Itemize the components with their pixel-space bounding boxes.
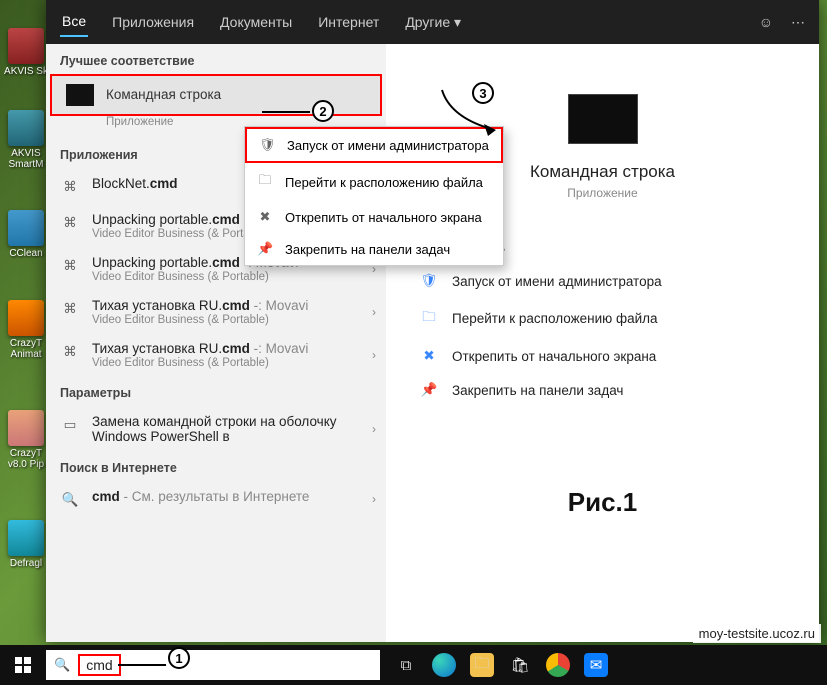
desktop-icon[interactable]: CrazyT v8.0 Pip xyxy=(2,410,50,470)
tab-internet[interactable]: Интернет xyxy=(316,8,381,36)
script-icon: ⌘ xyxy=(60,299,80,319)
action-run-admin[interactable]: 🛡Запуск от имени администратора xyxy=(416,264,789,298)
desktop-icon[interactable]: AKVIS SmartM xyxy=(2,110,50,170)
feedback-icon[interactable]: ☺︎ xyxy=(759,14,773,30)
script-icon: ⌘ xyxy=(60,342,80,362)
tab-all[interactable]: Все xyxy=(60,7,88,37)
context-menu: 🛡 Запуск от имени администратора 🗀 Перей… xyxy=(244,126,504,266)
unpin-icon: ✖ xyxy=(420,348,438,364)
figure-label: Рис.1 xyxy=(406,487,799,518)
shield-icon: 🛡 xyxy=(259,137,275,153)
action-open-location[interactable]: 🗀Перейти к расположению файла xyxy=(416,298,789,339)
chrome-icon[interactable] xyxy=(546,653,570,677)
section-best-match: Лучшее соответствие xyxy=(46,44,386,74)
source-url-watermark: moy-testsite.ucoz.ru xyxy=(693,624,821,643)
menu-open-location[interactable]: 🗀 Перейти к расположению файла xyxy=(245,163,503,201)
annotation-badge-3: 3 xyxy=(472,82,494,104)
folder-icon: 🗀 xyxy=(257,171,273,193)
annotation-badge-1: 1 xyxy=(168,647,190,669)
search-tabs-bar: Все Приложения Документы Интернет Другие… xyxy=(46,0,819,44)
mail-icon[interactable]: ✉ xyxy=(584,653,608,677)
settings-icon: ▭ xyxy=(60,415,80,435)
result-row-settings[interactable]: ▭ Замена командной строки на оболочку Wi… xyxy=(46,406,386,451)
section-params: Параметры xyxy=(46,376,386,406)
action-unpin-start[interactable]: ✖Открепить от начального экрана xyxy=(416,339,789,373)
menu-run-admin[interactable]: 🛡 Запуск от имени администратора xyxy=(245,127,503,163)
script-icon: ⌘ xyxy=(60,213,80,233)
tab-other[interactable]: Другие ▾ xyxy=(403,8,463,37)
section-web: Поиск в Интернете xyxy=(46,451,386,481)
action-pin-taskbar[interactable]: 📌Закрепить на панели задач xyxy=(416,373,789,407)
task-view-icon[interactable]: ⧉ xyxy=(394,653,418,677)
folder-icon: 🗀 xyxy=(420,307,438,330)
store-icon[interactable]: 🛍 xyxy=(508,653,532,677)
menu-pin-taskbar[interactable]: 📌 Закрепить на панели задач xyxy=(245,233,503,265)
result-row-web[interactable]: 🔍 cmd - См. результаты в Интернете › xyxy=(46,481,386,517)
chevron-right-icon: › xyxy=(372,348,376,362)
more-icon[interactable]: ⋯ xyxy=(791,14,805,31)
chevron-down-icon: ▾ xyxy=(454,14,461,30)
results-left-column: Лучшее соответствие Командная строка При… xyxy=(46,0,386,642)
tab-documents[interactable]: Документы xyxy=(218,8,294,36)
taskbar-search-box[interactable]: 🔍 cmd xyxy=(46,650,380,680)
search-query-text[interactable]: cmd xyxy=(78,654,120,676)
desktop-icon[interactable]: Defragl xyxy=(2,520,50,569)
tab-apps[interactable]: Приложения xyxy=(110,8,196,36)
result-row[interactable]: ⌘ Тихая установка RU.cmd -: Movavi Video… xyxy=(46,333,386,376)
start-button[interactable] xyxy=(0,645,46,685)
search-flyout: Лучшее соответствие Командная строка При… xyxy=(46,0,819,642)
annotation-badge-2: 2 xyxy=(312,100,334,122)
result-row[interactable]: ⌘ Тихая установка RU.cmd -: Movavi Video… xyxy=(46,290,386,333)
search-icon: 🔍 xyxy=(54,657,70,673)
edge-icon[interactable] xyxy=(432,653,456,677)
chevron-right-icon: › xyxy=(372,422,376,436)
menu-unpin-start[interactable]: ✖ Открепить от начального экрана xyxy=(245,201,503,233)
cmd-thumb-icon xyxy=(66,84,94,106)
search-icon: 🔍 xyxy=(60,490,80,510)
chevron-right-icon: › xyxy=(372,305,376,319)
pin-icon: 📌 xyxy=(257,241,273,257)
shield-icon: 🛡 xyxy=(420,273,438,289)
script-icon: ⌘ xyxy=(60,177,80,197)
desktop-icon[interactable]: AKVIS Sk xyxy=(2,28,50,77)
unpin-icon: ✖ xyxy=(257,209,273,225)
chevron-right-icon: › xyxy=(372,492,376,506)
pin-icon: 📌 xyxy=(420,382,438,398)
best-match-title: Командная строка xyxy=(106,87,221,103)
windows-logo-icon xyxy=(15,657,31,673)
desktop-icon[interactable]: CClean xyxy=(2,210,50,259)
desktop-icon[interactable]: CrazyT Animat xyxy=(2,300,50,360)
preview-thumbnail xyxy=(568,94,638,144)
explorer-icon[interactable]: 🗀 xyxy=(470,653,494,677)
script-icon: ⌘ xyxy=(60,256,80,276)
